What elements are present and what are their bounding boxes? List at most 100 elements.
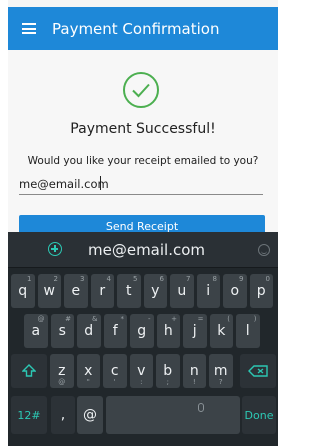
key-hint: 4 — [106, 275, 111, 283]
key-hint: @ — [58, 378, 66, 386]
receipt-question: Would you like your receipt emailed to y… — [27, 155, 259, 167]
key-s[interactable]: s # — [50, 314, 74, 348]
key-p[interactable]: p0 — [249, 274, 273, 308]
key-label: w — [43, 283, 55, 299]
key-label: y — [151, 283, 160, 299]
key-label: i — [206, 283, 211, 299]
key-hint: " — [86, 378, 90, 386]
key-j[interactable]: j = — [183, 314, 207, 348]
key-label: m — [213, 363, 228, 379]
key-k[interactable]: k( — [209, 314, 233, 348]
key-hint: = — [197, 315, 204, 323]
key-l[interactable]: l) — [236, 314, 260, 348]
at-key-label: @ — [83, 407, 97, 423]
key-h[interactable]: h + — [156, 314, 180, 348]
key-label: e — [71, 283, 81, 299]
shift-key[interactable] — [11, 354, 47, 388]
key-label: s — [58, 323, 66, 339]
key-q[interactable]: q1 — [11, 274, 35, 308]
key-label: p — [256, 283, 266, 299]
key-r[interactable]: r4 — [90, 274, 114, 308]
confirmation-content: Payment Successful! Would you like your … — [8, 50, 278, 239]
key-hint: 1 — [27, 275, 32, 283]
key-hint: 6 — [159, 275, 164, 283]
backspace-icon — [248, 365, 268, 377]
comma-key[interactable]: , — [51, 396, 75, 434]
numbers-key-label: 12# — [17, 408, 41, 422]
key-hint: 5 — [133, 275, 138, 283]
key-w[interactable]: w2 — [37, 274, 61, 308]
key-a[interactable]: a @ — [24, 314, 48, 348]
key-label: n — [189, 363, 199, 379]
key-f[interactable]: f * — [103, 314, 127, 348]
suggestion-word[interactable]: me@email.com — [88, 241, 205, 259]
key-hint: 3 — [80, 275, 85, 283]
check-circle-icon — [123, 72, 159, 108]
key-y[interactable]: y6 — [143, 274, 167, 308]
app-bar: Payment Confirmation — [8, 7, 278, 50]
key-v[interactable]: v: — [129, 354, 153, 388]
key-x[interactable]: x " — [76, 354, 100, 388]
key-label: z — [58, 363, 66, 379]
key-label: f — [112, 323, 118, 339]
plus-circle-icon[interactable] — [48, 242, 62, 256]
key-z[interactable]: z @ — [50, 354, 74, 388]
key-label: b — [163, 363, 173, 379]
key-e[interactable]: e3 — [64, 274, 88, 308]
key-label: k — [217, 323, 226, 339]
suggestion-strip: me@email.com — [8, 232, 278, 268]
key-hint: # — [65, 315, 71, 323]
key-o[interactable]: o9 — [223, 274, 247, 308]
key-hint: ; — [166, 378, 169, 386]
space-bar[interactable] — [106, 396, 240, 434]
key-hint: 0 — [265, 275, 270, 283]
text-cursor — [100, 176, 101, 190]
key-label: o — [230, 283, 240, 299]
key-hint: 7 — [186, 275, 191, 283]
email-field[interactable] — [19, 173, 263, 195]
key-hint: + — [171, 315, 177, 323]
shift-icon — [22, 364, 36, 377]
key-m[interactable]: m? — [209, 354, 233, 388]
key-label: c — [110, 363, 119, 379]
key-hint: ( — [227, 315, 230, 323]
key-hint: ) — [253, 315, 257, 323]
key-d[interactable]: d & — [77, 314, 101, 348]
key-n[interactable]: n! — [182, 354, 206, 388]
key-hint: ' — [113, 378, 116, 386]
key-hint: * — [120, 315, 125, 323]
key-i[interactable]: i8 — [196, 274, 220, 308]
key-label: r — [99, 283, 106, 299]
phone-screen: Payment Confirmation Payment Successful!… — [8, 0, 278, 446]
key-label: l — [245, 323, 250, 339]
key-c[interactable]: c ' — [103, 354, 127, 388]
hamburger-menu-icon[interactable] — [22, 23, 36, 34]
key-t[interactable]: t5 — [117, 274, 141, 308]
done-key[interactable]: Done — [242, 396, 276, 434]
microphone-icon — [198, 403, 204, 412]
key-hint: - — [147, 315, 151, 323]
key-label: x — [84, 363, 93, 379]
at-key[interactable]: @ — [77, 396, 103, 434]
numbers-key[interactable]: 12# — [11, 396, 47, 434]
emoji-icon[interactable] — [258, 244, 270, 256]
key-g[interactable]: g- — [130, 314, 154, 348]
success-message: Payment Successful! — [70, 121, 216, 137]
key-hint: ! — [192, 378, 196, 386]
soft-keyboard: me@email.com q1w2e3r4t5y6u7i8o9p0 a @ s # d &… — [8, 232, 278, 446]
key-hint: 2 — [53, 275, 58, 283]
key-label: d — [84, 323, 94, 339]
key-label: q — [18, 283, 28, 299]
key-hint: : — [140, 378, 143, 386]
key-label: v — [137, 363, 146, 379]
key-label: a — [31, 323, 41, 339]
key-hint: 9 — [239, 275, 244, 283]
key-label: g — [137, 323, 147, 339]
key-hint: & — [92, 315, 98, 323]
key-label: h — [163, 323, 173, 339]
page-title: Payment Confirmation — [52, 19, 220, 38]
key-u[interactable]: u7 — [170, 274, 194, 308]
key-b[interactable]: b; — [156, 354, 180, 388]
backspace-key[interactable] — [240, 354, 276, 388]
key-label: u — [177, 283, 187, 299]
